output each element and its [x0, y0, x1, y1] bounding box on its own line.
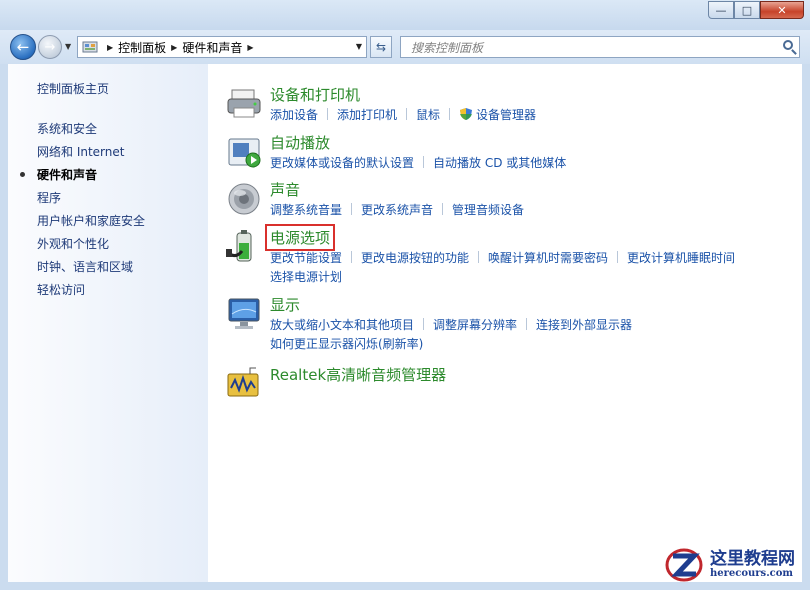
breadcrumb-separator-icon[interactable]: ▶ — [171, 43, 177, 52]
link-separator — [442, 203, 444, 215]
category-link[interactable]: 唤醒计算机时需要密码 — [488, 251, 608, 265]
watermark-url: herecours.com — [710, 568, 794, 579]
minimize-button[interactable]: — — [708, 1, 734, 19]
site-watermark: 这里教程网 herecours.com — [658, 544, 806, 586]
category-link-row: 放大或缩小文本和其他项目 调整屏幕分辨率 连接到外部显示器 — [270, 316, 632, 333]
category-link[interactable]: 管理音频设备 — [452, 203, 524, 217]
sidebar-item[interactable]: 时钟、语言和区域 — [37, 258, 133, 275]
arrow-right-icon: → — [44, 39, 56, 55]
battery-icon[interactable] — [226, 229, 262, 265]
category-title[interactable]: 电源选项 — [264, 224, 336, 251]
link-separator — [351, 203, 353, 215]
active-bullet-icon — [20, 172, 25, 177]
autoplay-icon[interactable] — [226, 134, 262, 170]
sidebar-item[interactable]: 硬件和声音 — [37, 166, 97, 183]
window-frame: — □ ✕ ← → ▼ ▶ 控制面板 ▶ 硬件和声音 ▶ ▼ ⇆ 搜索控制面板 … — [0, 0, 810, 590]
sidebar-item[interactable]: 系统和安全 — [37, 120, 97, 137]
link-separator — [526, 318, 528, 330]
close-button[interactable]: ✕ — [760, 1, 804, 19]
category-link-row: 选择电源计划 — [270, 268, 342, 285]
address-dropdown-icon[interactable]: ▼ — [356, 42, 362, 51]
breadcrumb-hardware-and-sound[interactable]: 硬件和声音 — [182, 39, 242, 56]
category-link[interactable]: 调整屏幕分辨率 — [433, 318, 517, 332]
realtek-audio-icon[interactable] — [226, 366, 262, 402]
category-title[interactable]: 显示 — [270, 294, 300, 315]
category-link-row: 更改节能设置 更改电源按钮的功能 唤醒计算机时需要密码 更改计算机睡眠时间 — [270, 249, 735, 266]
printer-icon[interactable] — [226, 86, 262, 122]
category-title[interactable]: Realtek高清晰音频管理器 — [270, 364, 446, 385]
link-separator — [406, 108, 408, 120]
category-link[interactable]: 选择电源计划 — [270, 270, 342, 284]
speaker-icon[interactable] — [226, 181, 262, 217]
breadcrumb-separator-icon[interactable]: ▶ — [107, 43, 113, 52]
maximize-button[interactable]: □ — [734, 1, 760, 19]
category-link-row: 添加设备 添加打印机 鼠标 设备管理器 — [270, 106, 536, 123]
link-separator — [327, 108, 329, 120]
link-separator — [351, 251, 353, 263]
sidebar-item[interactable]: 网络和 Internet — [37, 143, 124, 160]
control-panel-icon — [82, 41, 98, 53]
link-separator — [423, 156, 425, 168]
category-link-row: 如何更正显示器闪烁(刷新率) — [270, 335, 423, 352]
main-content: 设备和打印机添加设备 添加打印机 鼠标 设备管理器自动播放更改媒体或设备的默认设置 自动… — [208, 64, 802, 582]
category-title[interactable]: 设备和打印机 — [270, 84, 360, 105]
sidebar-item[interactable]: 外观和个性化 — [37, 235, 109, 252]
sidebar-home-link[interactable]: 控制面板主页 — [37, 80, 109, 97]
category-link[interactable]: 添加设备 — [270, 108, 318, 122]
category-link[interactable]: 鼠标 — [416, 108, 440, 122]
address-bar[interactable]: ▶ 控制面板 ▶ 硬件和声音 ▶ ▼ — [77, 36, 367, 58]
category-link[interactable]: 更改电源按钮的功能 — [361, 251, 469, 265]
link-separator — [423, 318, 425, 330]
link-separator — [449, 108, 451, 120]
uac-shield-icon — [460, 108, 473, 120]
category-link[interactable]: 连接到外部显示器 — [536, 318, 632, 332]
navigation-bar: ← → ▼ ▶ 控制面板 ▶ 硬件和声音 ▶ ▼ ⇆ — [0, 30, 810, 64]
monitor-icon[interactable] — [226, 296, 262, 332]
category-title[interactable]: 自动播放 — [270, 132, 330, 153]
category-link[interactable]: 更改系统声音 — [361, 203, 433, 217]
link-separator — [617, 251, 619, 263]
arrow-left-icon: ← — [16, 38, 30, 56]
watermark-logo-icon — [665, 548, 703, 582]
category-link-row: 更改媒体或设备的默认设置 自动播放 CD 或其他媒体 — [270, 154, 566, 171]
refresh-button[interactable]: ⇆ — [370, 36, 392, 58]
sidebar-item[interactable]: 轻松访问 — [37, 281, 85, 298]
search-input[interactable] — [409, 38, 773, 58]
category-link[interactable]: 调整系统音量 — [270, 203, 342, 217]
forward-button[interactable]: → — [38, 35, 62, 59]
category-link[interactable]: 更改计算机睡眠时间 — [627, 251, 735, 265]
sidebar-item[interactable]: 程序 — [37, 189, 61, 206]
sidebar: 控制面板主页 系统和安全网络和 Internet 硬件和声音程序用户帐户和家庭安全… — [8, 64, 208, 582]
breadcrumb-control-panel[interactable]: 控制面板 — [118, 39, 166, 56]
watermark-title: 这里教程网 — [710, 549, 795, 569]
link-separator — [478, 251, 480, 263]
sidebar-item[interactable]: 用户帐户和家庭安全 — [37, 212, 145, 229]
category-link[interactable]: 放大或缩小文本和其他项目 — [270, 318, 414, 332]
category-link[interactable]: 添加打印机 — [337, 108, 397, 122]
category-link[interactable]: 如何更正显示器闪烁(刷新率) — [270, 337, 423, 351]
category-link[interactable]: 设备管理器 — [476, 108, 536, 122]
recent-pages-dropdown[interactable]: ▼ — [65, 42, 71, 51]
title-bar: — □ ✕ — [0, 0, 810, 30]
category-link-row: 调整系统音量 更改系统声音 管理音频设备 — [270, 201, 524, 218]
search-box[interactable] — [400, 36, 800, 58]
caption-buttons: — □ ✕ — [708, 1, 804, 19]
refresh-icon: ⇆ — [375, 40, 387, 54]
category-link[interactable]: 更改节能设置 — [270, 251, 342, 265]
category-link[interactable]: 自动播放 CD 或其他媒体 — [433, 156, 566, 170]
search-icon[interactable] — [783, 40, 793, 50]
category-title[interactable]: 声音 — [270, 179, 300, 200]
back-button[interactable]: ← — [10, 34, 36, 60]
category-link[interactable]: 更改媒体或设备的默认设置 — [270, 156, 414, 170]
breadcrumb-separator-icon[interactable]: ▶ — [247, 43, 253, 52]
